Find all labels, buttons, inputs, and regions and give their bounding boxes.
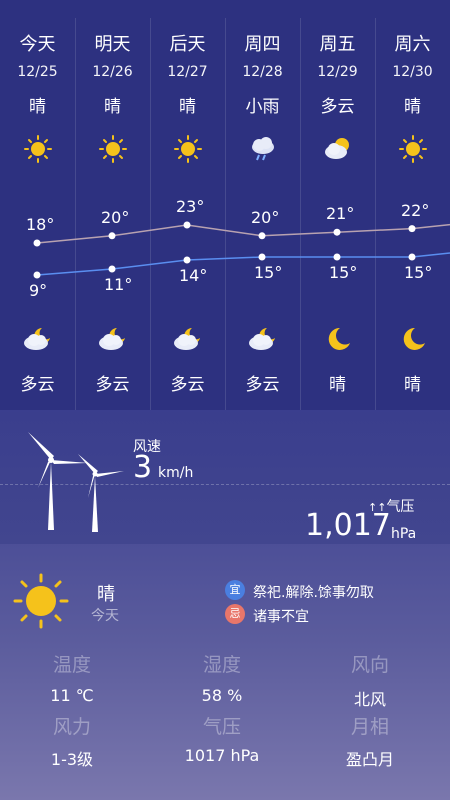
- high-temp-point: [108, 232, 116, 240]
- high-temp-point: [258, 232, 266, 240]
- low-temp-point: [33, 271, 41, 279]
- ji-badge: 忌: [225, 604, 245, 624]
- low-temp-point: [258, 253, 266, 261]
- high-temp-label: 20°: [101, 207, 130, 227]
- today-label: 今天: [91, 608, 119, 624]
- high-temp-label: 18°: [26, 215, 55, 234]
- low-temp-label: 11°: [104, 275, 133, 294]
- detail-label: 风力: [52, 716, 91, 738]
- low-temp-label: 15°: [329, 263, 358, 282]
- windmill-icon: [28, 432, 124, 532]
- pressure-unit: hPa: [391, 526, 417, 542]
- high-temp-point: [333, 228, 341, 236]
- low-temp-point: [108, 265, 116, 273]
- detail-label: 气压: [202, 716, 241, 738]
- high-temp-line: [36, 223, 450, 244]
- ji-text: 诸事不宜: [253, 609, 309, 625]
- high-temp-label: 21°: [326, 204, 355, 224]
- high-temp-point: [408, 225, 416, 233]
- pressure-value: 1,017: [305, 508, 391, 543]
- high-temp-label: 20°: [251, 207, 280, 227]
- low-temp-label: 9°: [29, 281, 48, 300]
- detail-value: 盈凸月: [345, 750, 394, 769]
- high-temp-point: [183, 221, 191, 229]
- yi-badge: 宜: [225, 580, 245, 600]
- detail-label: 温度: [52, 654, 91, 676]
- low-temp-line: [36, 252, 450, 276]
- detail-label: 湿度: [202, 654, 241, 676]
- detail-label: 月相: [350, 716, 389, 738]
- wind-speed-unit: km/h: [158, 465, 194, 481]
- yi-text: 祭祀.解除.馀事勿取: [253, 585, 374, 601]
- sun-icon: [13, 573, 69, 629]
- wind-speed-value: 3: [133, 450, 153, 485]
- high-temp-point: [33, 239, 41, 247]
- temperature-trend-chart: [33, 221, 450, 279]
- low-temp-label: 14°: [179, 266, 208, 285]
- low-temp-label: 15°: [404, 263, 433, 282]
- low-temp-point: [408, 253, 416, 261]
- detail-value: 北风: [353, 690, 386, 709]
- detail-label: 风向: [350, 654, 389, 676]
- high-temp-label: 23°: [176, 197, 205, 216]
- detail-value: 58 %: [201, 686, 243, 705]
- detail-value: 1017 hPa: [184, 746, 260, 765]
- low-temp-point: [333, 253, 341, 261]
- low-temp-point: [183, 256, 191, 264]
- high-temp-label: 22°: [401, 200, 430, 220]
- detail-value: 1-3级: [50, 750, 94, 769]
- today-condition: 晴: [97, 584, 115, 605]
- low-temp-label: 15°: [254, 263, 283, 282]
- detail-value: 11 ℃: [50, 686, 94, 705]
